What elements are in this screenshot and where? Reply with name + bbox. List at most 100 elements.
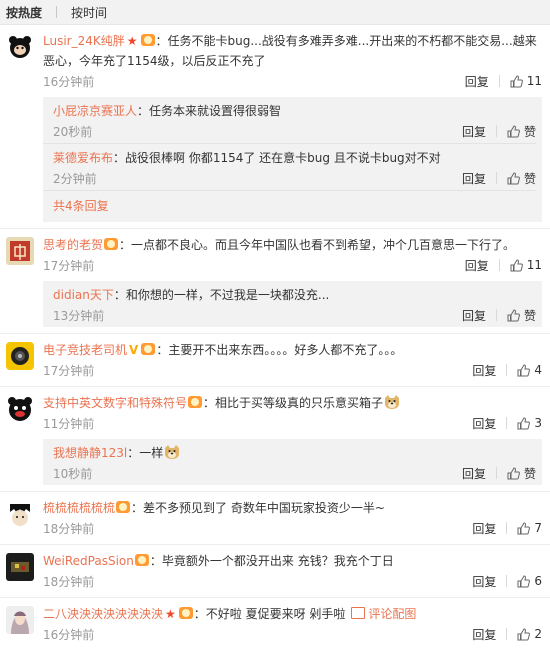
timestamp: 10秒前	[53, 466, 93, 481]
reply-list: 我想静静123l：一样 10秒前 回复 赞	[43, 439, 542, 485]
like-count: 11	[526, 74, 542, 88]
star-badge-icon: ★	[126, 34, 138, 48]
divider	[506, 364, 508, 376]
timestamp: 2分钟前	[53, 171, 97, 186]
level-badge-icon	[104, 238, 119, 250]
comment-text: Lusir_24K纯胖 ★ ：任务不能卡bug...战役有多难弄多难...开出来的不…	[43, 31, 542, 71]
timestamp: 17分钟前	[43, 258, 95, 273]
comment-text: 思考的老贺 ：一点都不良心。而且今年中国队也看不到希望，冲个几百意思一下行了。	[43, 235, 542, 255]
tab-time[interactable]: 按时间	[71, 4, 107, 21]
timestamp: 16分钟前	[43, 627, 95, 642]
username-link[interactable]: 我想静静123l	[53, 446, 127, 460]
comment-item: WeiRedPasSion ：毕竟额外一个都没开出来 充钱？我充个丁日 18分钟前…	[0, 545, 550, 598]
reply-button[interactable]: 回复	[472, 573, 496, 590]
comment-item: 支持中英文数字和特殊符号 ：相比于买等级真的只乐意买箱子 11分钟前 回复 3 我…	[0, 387, 550, 492]
username-link[interactable]: Lusir_24K纯胖	[43, 34, 125, 48]
comment-image-link[interactable]: 评论配图	[351, 607, 416, 621]
like-button[interactable]: 11	[510, 258, 542, 272]
like-button[interactable]: 赞	[507, 123, 536, 140]
reply-button[interactable]: 回复	[472, 626, 496, 643]
timestamp: 17分钟前	[43, 363, 95, 378]
comment-text: 二八泱泱泱泱泱泱泱泱 ★ ：不好啦 夏促要来呀 剁手啦 评论配图	[43, 604, 542, 624]
reply-text: didian天下：和你想的一样，不过我是一块都没充...	[53, 285, 536, 305]
comment-text: 支持中英文数字和特殊符号 ：相比于买等级真的只乐意买箱子	[43, 393, 542, 413]
reply-meta: 2分钟前 回复 赞	[53, 168, 536, 190]
comment-item: Lusir_24K纯胖 ★ ：任务不能卡bug...战役有多难弄多难...开出来的不…	[0, 25, 550, 229]
like-button[interactable]: 6	[517, 574, 542, 588]
comment-meta: 18分钟前 回复 7	[43, 518, 542, 544]
like-button[interactable]: 赞	[507, 170, 536, 187]
thumbs-up-icon	[507, 308, 520, 321]
username-link[interactable]: 二八泱泱泱泱泱泱泱泱	[43, 607, 163, 621]
like-button[interactable]: 赞	[507, 307, 536, 324]
reply-button[interactable]: 回复	[472, 362, 496, 379]
tab-hot[interactable]: 按热度	[6, 4, 42, 21]
reply-button[interactable]: 回复	[462, 307, 486, 324]
thumbs-up-icon	[517, 574, 531, 587]
like-button[interactable]: 4	[517, 363, 542, 377]
reply-item: didian天下：和你想的一样，不过我是一块都没充... 13分钟前 回复 赞	[43, 281, 536, 327]
username-link[interactable]: 支持中英文数字和特殊符号	[43, 396, 187, 410]
reply-button[interactable]: 回复	[462, 170, 486, 187]
reply-list: didian天下：和你想的一样，不过我是一块都没充... 13分钟前 回复 赞	[43, 281, 542, 327]
like-button[interactable]: 赞	[507, 465, 536, 482]
sort-tabs: 按热度 按时间	[0, 0, 550, 25]
reply-content: ：一样	[127, 446, 164, 460]
avatar[interactable]	[6, 553, 34, 581]
more-replies-link[interactable]: 共4条回复	[43, 191, 536, 222]
reply-button[interactable]: 回复	[462, 465, 486, 482]
comment-item: 思考的老贺 ：一点都不良心。而且今年中国队也看不到希望，冲个几百意思一下行了。 1…	[0, 229, 550, 334]
like-label: 赞	[523, 124, 536, 139]
comment-content: ：毕竟额外一个都没开出来 充钱？我充个丁日	[149, 554, 394, 568]
star-badge-icon: ★	[165, 607, 176, 621]
username-link[interactable]: 梳梳梳梳梳梳	[43, 501, 115, 515]
thumbs-up-icon	[510, 258, 523, 271]
timestamp: 11分钟前	[43, 416, 95, 431]
username-link[interactable]: 莱德爱布布	[53, 151, 113, 165]
comment-meta: 17分钟前 回复 11	[43, 255, 542, 277]
timestamp: 20秒前	[53, 124, 93, 139]
avatar[interactable]	[6, 33, 34, 61]
reply-button[interactable]: 回复	[465, 73, 489, 90]
divider	[495, 125, 497, 137]
divider	[495, 172, 497, 184]
avatar[interactable]	[6, 395, 34, 423]
avatar[interactable]	[6, 500, 34, 528]
timestamp: 18分钟前	[43, 521, 95, 536]
reply-button[interactable]: 回复	[472, 520, 496, 537]
reply-item: 我想静静123l：一样 10秒前 回复 赞	[43, 439, 536, 485]
reply-meta: 13分钟前 回复 赞	[53, 305, 536, 327]
username-link[interactable]: didian天下	[53, 288, 114, 302]
comment-text: 电子竞技老司机 V ：主要开不出来东西。。。。好多人都不充了。。。	[43, 340, 542, 360]
comment-meta: 16分钟前 回复 2	[43, 624, 542, 650]
username-link[interactable]: 电子竞技老司机	[43, 343, 127, 357]
avatar[interactable]	[6, 237, 34, 265]
avatar[interactable]	[6, 342, 34, 370]
thumbs-up-icon	[517, 363, 531, 376]
comment-meta: 17分钟前 回复 4	[43, 360, 542, 386]
reply-button[interactable]: 回复	[465, 257, 489, 274]
reply-text: 我想静静123l：一样	[53, 443, 536, 463]
thumbs-up-icon	[517, 521, 531, 534]
like-count: 2	[534, 627, 542, 641]
divider	[506, 417, 508, 429]
like-button[interactable]: 2	[517, 627, 542, 641]
like-button[interactable]: 11	[510, 74, 542, 88]
reply-button[interactable]: 回复	[472, 415, 496, 432]
comment-content: ：一点都不良心。而且今年中国队也看不到希望，冲个几百意思一下行了。	[119, 238, 516, 252]
username-link[interactable]: 小屁凉京赛亚人	[53, 104, 137, 118]
username-link[interactable]: 思考的老贺	[43, 238, 103, 252]
level-badge-icon	[140, 34, 155, 46]
username-link[interactable]: WeiRedPasSion	[43, 554, 134, 568]
reply-list: 小屁凉京赛亚人：任务本来就设置得很弱智 20秒前 回复 赞 莱德爱布布：战役很棒…	[43, 97, 542, 222]
level-badge-icon	[188, 396, 203, 408]
like-button[interactable]: 7	[517, 521, 542, 535]
avatar[interactable]	[6, 606, 34, 634]
thumbs-up-icon	[507, 466, 520, 479]
like-button[interactable]: 3	[517, 416, 542, 430]
level-badge-icon	[116, 501, 131, 513]
like-count: 4	[534, 363, 542, 377]
level-badge-icon	[141, 343, 156, 355]
thumbs-up-icon	[507, 171, 520, 184]
reply-button[interactable]: 回复	[462, 123, 486, 140]
